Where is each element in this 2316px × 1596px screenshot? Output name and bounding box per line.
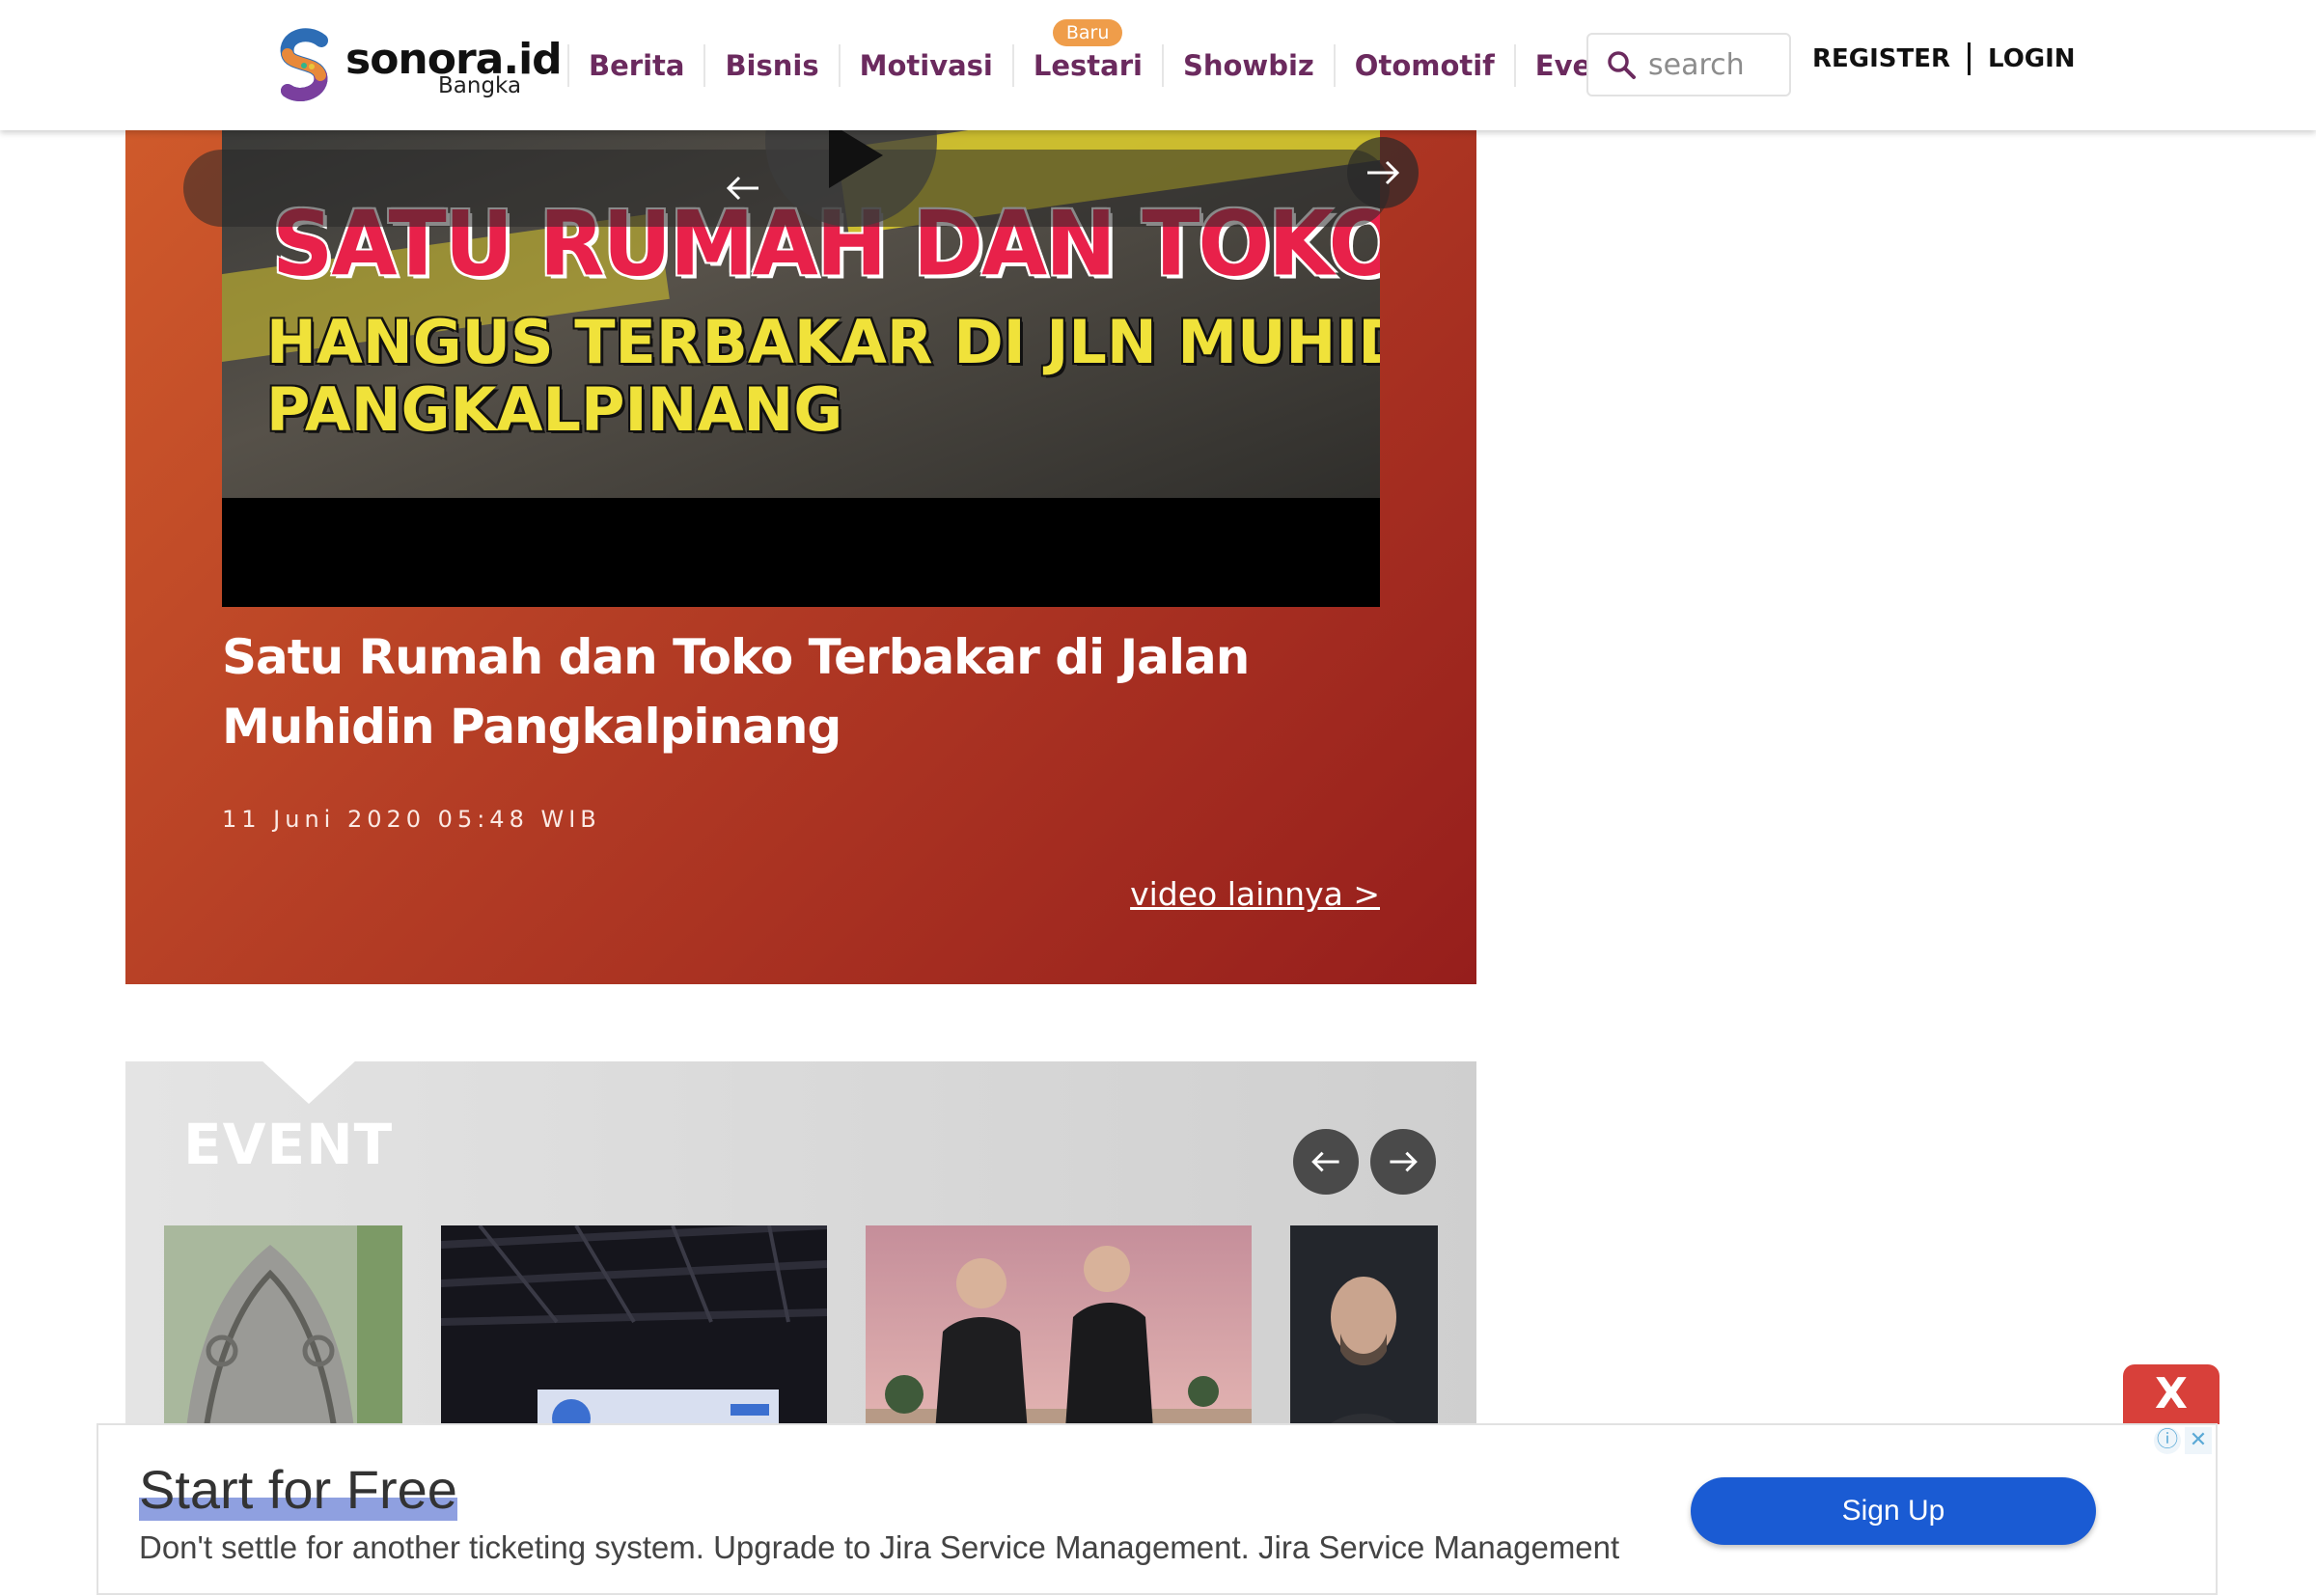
nav-label: Otomotif bbox=[1354, 48, 1495, 82]
nav-item-bisnis[interactable]: Bisnis bbox=[705, 43, 841, 87]
event-card-image[interactable] bbox=[1290, 1225, 1438, 1447]
new-badge: Baru bbox=[1052, 18, 1123, 46]
event-next-button[interactable] bbox=[1370, 1129, 1436, 1195]
thumb-caption-line: HANGUS TERBAKAR DI JLN MUHIDIN bbox=[266, 307, 1380, 377]
event-card-photo bbox=[866, 1225, 1252, 1447]
event-heading: EVENT bbox=[183, 1112, 394, 1177]
event-card-photo bbox=[164, 1225, 402, 1447]
ad-close-button[interactable]: X bbox=[2123, 1364, 2220, 1424]
nav-item-otomotif[interactable]: Otomotif bbox=[1336, 43, 1516, 87]
video-next-button[interactable] bbox=[1347, 137, 1419, 208]
video-player-bar bbox=[222, 498, 1380, 607]
section-notch bbox=[261, 1061, 357, 1104]
sign-up-button[interactable]: Sign Up bbox=[1691, 1477, 2096, 1545]
video-title[interactable]: Satu Rumah dan Toko Terbakar di Jalan Mu… bbox=[222, 622, 1399, 761]
nav-label: Showbiz bbox=[1182, 48, 1314, 82]
auth-links: REGISTER LOGIN bbox=[1812, 42, 2076, 75]
nav-item-motivasi[interactable]: Motivasi bbox=[841, 43, 1014, 87]
search-icon bbox=[1608, 51, 1636, 79]
ad-banner[interactable]: ⓘ ✕ Start for Free Don't settle for anot… bbox=[96, 1423, 2218, 1595]
event-card-image[interactable] bbox=[441, 1225, 827, 1447]
event-section: EVENT bbox=[125, 1061, 1476, 1447]
nav-label: Motivasi bbox=[859, 48, 993, 82]
arrow-right-icon bbox=[1367, 160, 1400, 185]
nav-label: Berita bbox=[589, 48, 685, 82]
auth-divider bbox=[1968, 42, 1971, 75]
video-section: SATU RUMAH DAN TOKO HANGUS TERBAKAR DI J… bbox=[125, 130, 1476, 984]
event-card-photo bbox=[441, 1225, 827, 1447]
info-icon[interactable]: ⓘ bbox=[2154, 1427, 2181, 1454]
play-icon bbox=[829, 130, 883, 188]
thumb-caption-line: PANGKALPINANG bbox=[266, 374, 843, 445]
logo-subtitle: Bangka bbox=[438, 73, 522, 98]
login-link[interactable]: LOGIN bbox=[1988, 44, 2076, 73]
event-prev-button[interactable] bbox=[1293, 1129, 1359, 1195]
event-card-photo bbox=[1290, 1225, 1438, 1447]
nav-item-showbiz[interactable]: Showbiz bbox=[1164, 43, 1336, 87]
search-input[interactable] bbox=[1646, 44, 1785, 85]
main-nav: Berita Bisnis Motivasi Baru Lestari Show… bbox=[567, 0, 1663, 130]
arrow-left-icon bbox=[726, 176, 758, 201]
site-header: sonora.id Bangka Berita Bisnis Motivasi … bbox=[0, 0, 2316, 130]
video-date: 11 Juni 2020 05:48 WIB bbox=[222, 806, 601, 833]
more-videos-link[interactable]: video lainnya > bbox=[1130, 875, 1380, 913]
logo-mark-icon bbox=[280, 28, 328, 101]
arrow-left-icon bbox=[1311, 1151, 1339, 1172]
nav-label: Bisnis bbox=[725, 48, 819, 82]
search-box[interactable] bbox=[1586, 33, 1791, 96]
ad-headline[interactable]: Start for Free bbox=[139, 1458, 457, 1521]
nav-label: Lestari bbox=[1033, 48, 1143, 82]
event-card-image[interactable] bbox=[866, 1225, 1252, 1447]
nav-item-lestari[interactable]: Baru Lestari bbox=[1014, 18, 1164, 87]
register-link[interactable]: REGISTER bbox=[1812, 44, 1950, 73]
site-logo[interactable]: sonora.id Bangka bbox=[278, 27, 563, 104]
ad-body-text: Don't settle for another ticketing syste… bbox=[139, 1529, 1620, 1565]
arrow-right-icon bbox=[1390, 1151, 1418, 1172]
nav-item-berita[interactable]: Berita bbox=[567, 43, 706, 87]
event-card-image[interactable] bbox=[164, 1225, 402, 1447]
video-prev-button[interactable] bbox=[707, 152, 779, 224]
close-icon[interactable]: ✕ bbox=[2185, 1427, 2212, 1454]
